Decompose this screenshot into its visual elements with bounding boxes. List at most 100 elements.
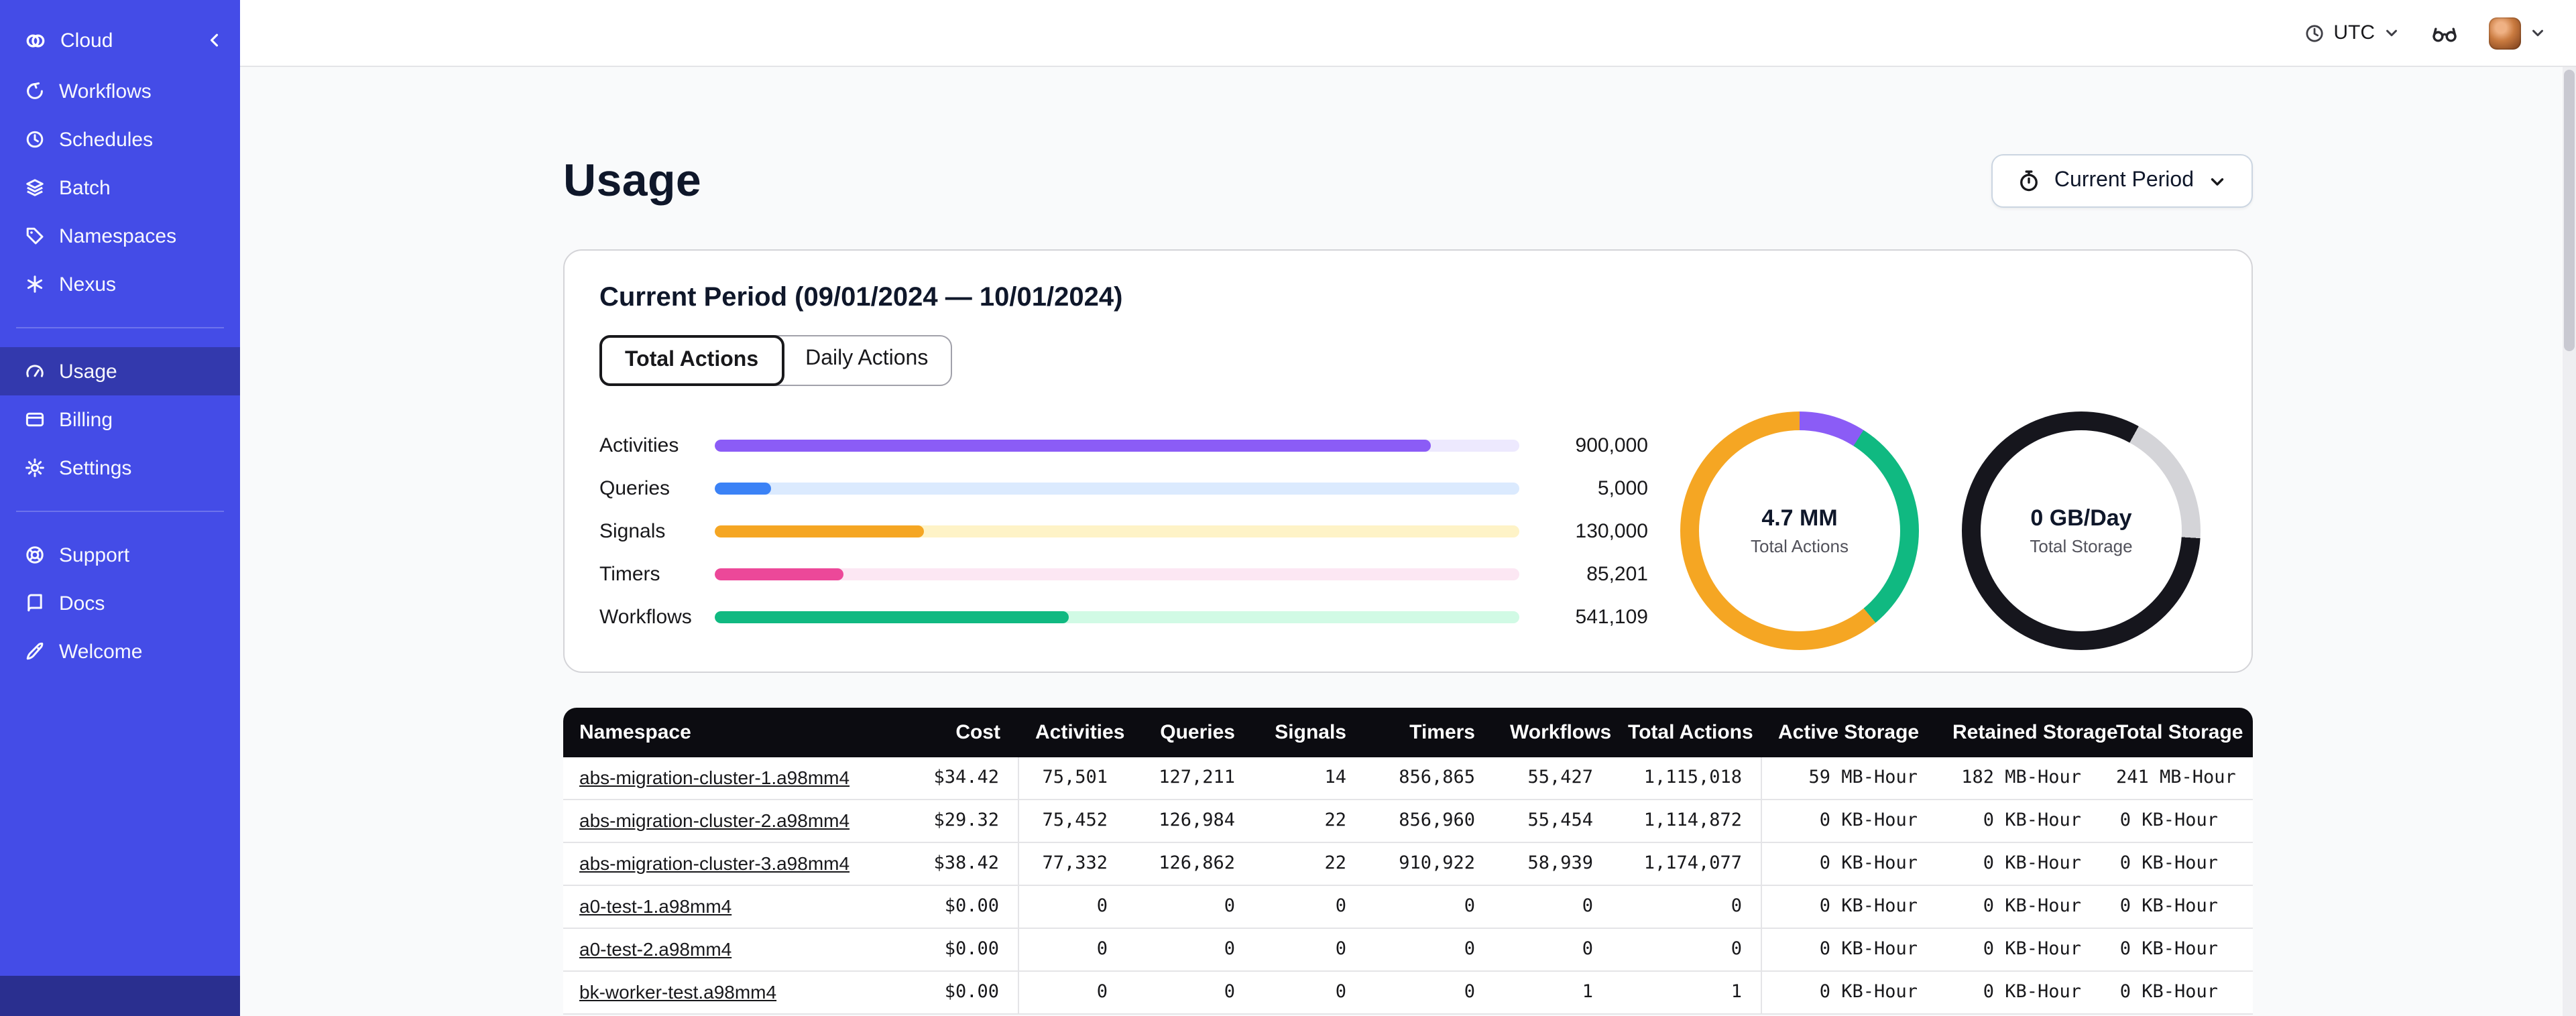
glasses-icon[interactable] [2430,21,2459,45]
tab-daily-actions[interactable]: Daily Actions [782,336,951,385]
column-header[interactable]: Signals [1254,708,1365,757]
sidebar-item-label: Docs [59,592,105,615]
table-cell: 1,174,077 [1612,843,1762,886]
column-header[interactable]: Total Actions [1612,708,1762,757]
column-header[interactable]: Retained Storage [1936,708,2118,757]
bar-fill [715,482,771,494]
tab-total-actions[interactable]: Total Actions [599,335,784,386]
column-header[interactable]: Timers [1365,708,1494,757]
docs-icon [24,592,46,614]
table-cell: 910,922 [1365,843,1494,886]
settings-icon [24,457,46,479]
sidebar-item-welcome[interactable]: Welcome [0,627,240,676]
sidebar-item-label: Usage [59,360,117,383]
table-cell: 0 KB-Hour [1936,886,2100,929]
scrollbar-thumb[interactable] [2564,70,2575,351]
table-row: a0-test-1.a98mm4 $0.00 0 0 0 0 0 0 0 KB-Hour 0 KB… [563,886,2253,929]
sidebar-item-settings[interactable]: Settings [0,444,240,492]
column-header[interactable]: Cost [874,708,1019,757]
table-cell: $0.00 [874,886,1019,929]
table-header-row: Namespace Cost Activities Queries Signals Tim… [563,708,2253,757]
table-cell: 126,984 [1126,800,1254,843]
namespace-cell: abs-migration-cluster-1.a98mm4 [563,757,874,800]
table-cell: 0 [1365,929,1494,972]
table-cell: 0 KB-Hour [1936,843,2100,886]
namespace-link[interactable]: a0-test-2.a98mm4 [579,938,731,960]
table-cell: 75,501 [1019,757,1126,800]
table-cell: $38.42 [874,843,1019,886]
usage-icon [24,361,46,382]
table-cell: 0 [1254,972,1365,1015]
sidebar-item-billing[interactable]: Billing [0,395,240,444]
sidebar-item-label: Support [59,544,130,566]
table-cell: 0 KB-Hour [1762,800,1936,843]
collapse-sidebar-icon[interactable] [205,31,224,50]
sidebar-item-namespaces[interactable]: Namespaces [0,212,240,260]
table-cell: 0 KB-Hour [2100,929,2253,972]
table-cell: 14 [1254,757,1365,800]
table-cell: 0 [1254,929,1365,972]
table-cell: 0 KB-Hour [2100,800,2253,843]
avatar[interactable] [2489,17,2521,49]
namespace-link[interactable]: bk-worker-test.a98mm4 [579,981,776,1003]
timezone-selector[interactable]: UTC [2304,21,2400,44]
total-storage-label: Total Storage [2030,536,2133,556]
account-menu[interactable] [2489,17,2546,49]
total-actions-value: 4.7 MM [1761,505,1838,531]
table-cell: 0 KB-Hour [2100,886,2253,929]
app-root: Cloud Workflows Schedules Batch Namespac… [0,0,2576,1016]
column-header[interactable]: Namespace [563,708,874,757]
sidebar-item-label: Settings [59,456,132,479]
bar-row: Signals 130,000 [599,509,1672,552]
chevron-down-icon [2207,171,2227,191]
column-header[interactable]: Queries [1126,708,1254,757]
table-cell: 75,452 [1019,800,1126,843]
namespace-cell: abs-migration-cluster-2.a98mm4 [563,800,874,843]
table-cell: 1 [1494,972,1612,1015]
sidebar-item-docs[interactable]: Docs [0,579,240,627]
sidebar-item-schedules[interactable]: Schedules [0,115,240,164]
bar-row: Activities 900,000 [599,424,1672,466]
namespace-link[interactable]: abs-migration-cluster-1.a98mm4 [579,767,850,788]
sidebar-item-usage[interactable]: Usage [0,347,240,395]
table-cell: 0 [1612,886,1762,929]
table-cell: 0 [1494,929,1612,972]
table-cell: 126,862 [1126,843,1254,886]
scrollbar-track[interactable] [2563,67,2576,1016]
table-cell: 0 [1365,886,1494,929]
sidebar-item-nexus[interactable]: Nexus [0,260,240,308]
sidebar-brand[interactable]: Cloud [0,13,240,67]
table-cell: 1,114,872 [1612,800,1762,843]
table-cell: 55,427 [1494,757,1612,800]
sidebar-item-batch[interactable]: Batch [0,164,240,212]
total-actions-label: Total Actions [1751,536,1849,556]
column-header[interactable]: Active Storage [1762,708,1936,757]
table-cell: 1 [1612,972,1762,1015]
bar-label: Activities [599,434,679,456]
sidebar-divider [16,511,224,512]
chevron-down-icon [2383,24,2400,42]
support-icon [24,544,46,566]
column-header[interactable]: Activities [1019,708,1126,757]
column-header[interactable]: Workflows [1494,708,1612,757]
column-header[interactable]: Total Storage [2100,708,2253,757]
sidebar-item-support[interactable]: Support [0,531,240,579]
sidebar-item-label: Batch [59,176,111,199]
table-cell: 0 KB-Hour [1936,800,2100,843]
sidebar-item-workflows[interactable]: Workflows [0,67,240,115]
table-cell: 0 KB-Hour [1936,972,2100,1015]
namespace-link[interactable]: a0-test-1.a98mm4 [579,895,731,917]
table-row: abs-migration-cluster-3.a98mm4 $38.42 77,3… [563,843,2253,886]
table-cell: 0 KB-Hour [1762,843,1936,886]
table-cell: 0 KB-Hour [1762,972,1936,1015]
table-cell: 22 [1254,800,1365,843]
table-cell: $0.00 [874,929,1019,972]
namespace-link[interactable]: abs-migration-cluster-2.a98mm4 [579,810,850,831]
period-selector-button[interactable]: Current Period [1991,154,2253,208]
billing-icon [24,409,46,430]
bar-track [715,525,1519,537]
bar-fill [715,568,843,580]
workflows-icon [24,80,46,102]
sidebar-item-label: Namespaces [59,225,177,247]
namespace-link[interactable]: abs-migration-cluster-3.a98mm4 [579,852,850,874]
